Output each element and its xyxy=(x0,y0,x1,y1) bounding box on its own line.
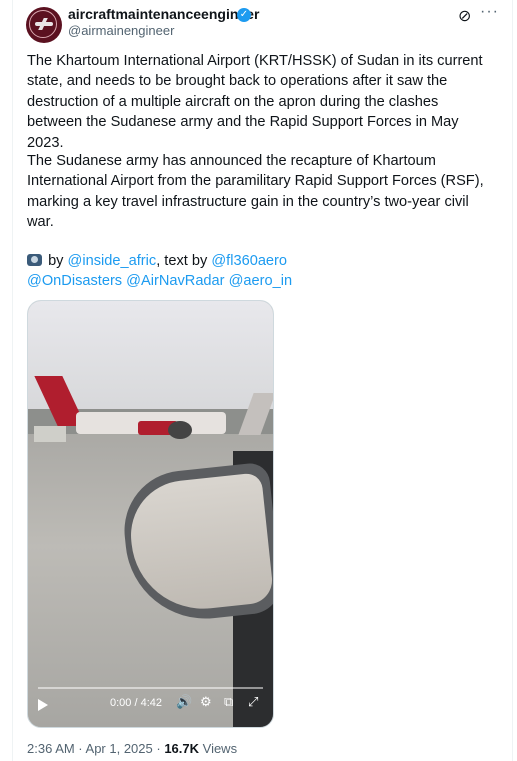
mention-ondisasters[interactable]: @OnDisasters xyxy=(27,273,122,289)
video-stairs xyxy=(34,426,66,442)
views-label: Views xyxy=(199,741,238,756)
grok-icon[interactable]: ⊘ xyxy=(458,6,471,26)
settings-icon[interactable]: ⚙ xyxy=(200,694,212,710)
volume-icon[interactable]: 🔊 xyxy=(176,694,192,710)
fullscreen-icon[interactable]: ⤢ xyxy=(248,694,258,710)
credit-text-by: , text by xyxy=(156,253,208,269)
play-icon[interactable] xyxy=(38,699,48,711)
credit-by: by xyxy=(48,253,64,269)
mention-inside-afric[interactable]: @inside_afric xyxy=(68,253,157,269)
video-controls: 0:00 / 4:42 🔊 ⚙ ⧉ ⤢ xyxy=(28,687,273,727)
video-time: 0:00 / 4:42 xyxy=(110,697,162,709)
captions-icon[interactable]: ⧉ xyxy=(224,694,233,710)
mention-airnavradar[interactable]: @AirNavRadar xyxy=(126,273,224,289)
post-timestamp[interactable]: 2:36 AM · Apr 1, 2025 · xyxy=(27,741,164,756)
post-paragraph-2: The Sudanese army has announced the reca… xyxy=(27,153,484,231)
verified-badge-icon: ✓ xyxy=(237,8,251,22)
mention-aero-in[interactable]: @aero_in xyxy=(229,273,293,289)
post-mentions-line: @OnDisasters @AirNavRadar @aero_in xyxy=(27,271,292,291)
post-credit-line: by @inside_afric, text by @fl360aero xyxy=(27,251,287,271)
post-paragraph-1: The Khartoum International Airport (KRT/… xyxy=(27,53,483,151)
post-footer: 2:36 AM · Apr 1, 2025 · 16.7K Views xyxy=(27,741,237,756)
video-player[interactable]: 0:00 / 4:42 🔊 ⚙ ⧉ ⤢ xyxy=(27,300,274,728)
video-aircraft-engine xyxy=(168,421,192,439)
author-handle[interactable]: @airmainengineer xyxy=(68,23,174,38)
camera-icon xyxy=(27,254,42,266)
more-options-icon[interactable]: ··· xyxy=(480,3,499,21)
video-progress-bar[interactable] xyxy=(38,687,263,689)
author-name[interactable]: aircraftmaintenanceengineer xyxy=(68,6,259,22)
views-count: 16.7K xyxy=(164,741,200,756)
avatar[interactable] xyxy=(26,7,62,43)
mention-fl360aero[interactable]: @fl360aero xyxy=(211,253,287,269)
